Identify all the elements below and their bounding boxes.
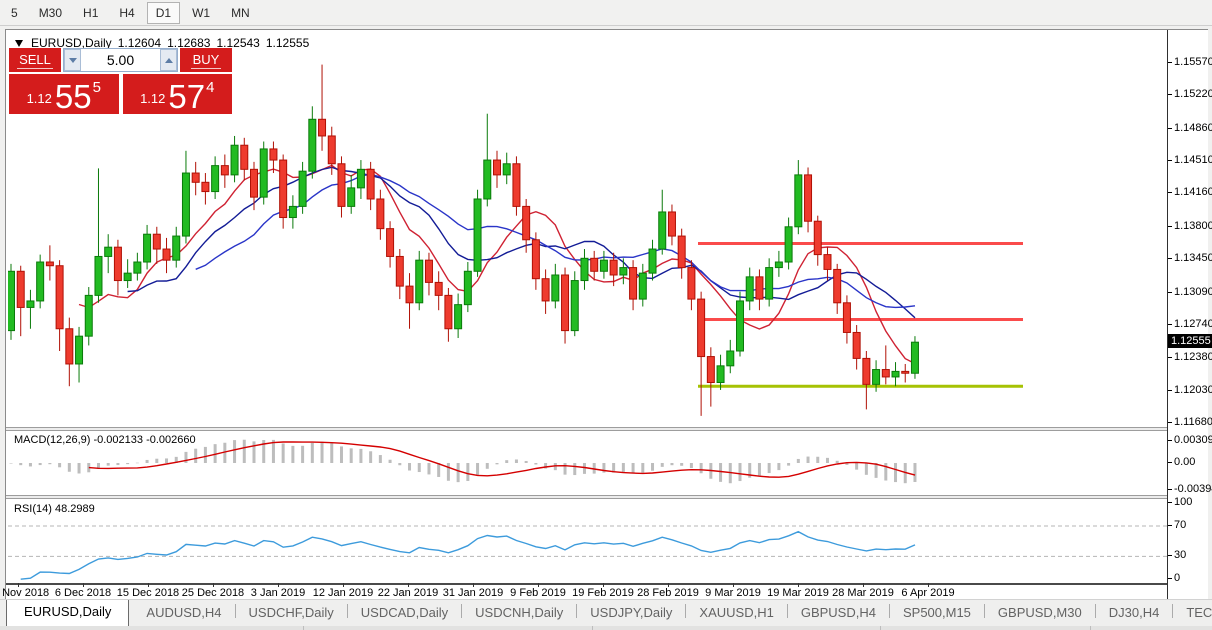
one-click-trade-panel: SELL BUY 1.12 55 5 1.12 xyxy=(9,48,232,114)
date-label: 9 Feb 2019 xyxy=(510,587,566,599)
sell-price-box[interactable]: 1.12 55 5 xyxy=(9,74,119,114)
volume-input[interactable] xyxy=(81,49,160,71)
rsi-tick-label: 0 xyxy=(1167,572,1181,585)
timeframe-button-h4[interactable]: H4 xyxy=(110,2,143,24)
date-label: 28 Feb 2019 xyxy=(637,587,699,599)
timeframe-button-d1[interactable]: D1 xyxy=(146,1,181,24)
sell-price-main: 55 xyxy=(54,77,92,115)
date-label: 15 Dec 2018 xyxy=(116,587,180,599)
date-label: 31 Jan 2019 xyxy=(442,587,504,599)
buy-button[interactable]: BUY xyxy=(180,48,232,72)
tab-eurusd-daily[interactable]: EURUSD,Daily xyxy=(6,600,130,626)
tab-dj30-h4[interactable]: DJ30,H4 xyxy=(1096,601,1173,626)
date-label: 19 Feb 2019 xyxy=(572,587,634,599)
buy-price-box[interactable]: 1.12 57 4 xyxy=(122,74,232,115)
rsi-indicator-label: RSI(14) 48.2989 xyxy=(14,503,95,515)
tab-gbpusd-m30[interactable]: GBPUSD,M30 xyxy=(985,601,1095,626)
date-label: 22 Jan 2019 xyxy=(377,587,439,599)
tab-sp500-m15[interactable]: SP500,M15 xyxy=(890,601,984,626)
status-divider xyxy=(303,626,304,630)
sell-button[interactable]: SELL xyxy=(9,48,61,72)
status-divider xyxy=(1090,626,1091,630)
buy-price-main: 57 xyxy=(168,77,206,115)
chevron-down-icon xyxy=(68,57,77,63)
chart-window[interactable]: EURUSD,Daily 1.12604 1.12683 1.12543 1.1… xyxy=(0,29,1212,600)
timeframe-button-w1[interactable]: W1 xyxy=(183,2,219,24)
timeframe-button-m30[interactable]: M30 xyxy=(30,2,71,24)
price-tick-label: 1.12740 xyxy=(1168,318,1212,331)
price-tick-label: 1.11680 xyxy=(1168,416,1212,429)
macd-tick-label: -0.003947 xyxy=(1168,483,1212,495)
volume-increase-button[interactable] xyxy=(160,49,177,71)
macd-tick-label: 0.003095 xyxy=(1168,434,1212,446)
rsi-tick-label: 100 xyxy=(1167,496,1193,509)
date-label: 12 Jan 2019 xyxy=(312,587,374,599)
tab-usdchf-daily[interactable]: USDCHF,Daily xyxy=(236,601,347,626)
tab-tech100-h1[interactable]: TECH100,H1 xyxy=(1173,601,1212,626)
date-axis[interactable]: 27 Nov 20186 Dec 201815 Dec 201825 Dec 2… xyxy=(0,583,1167,600)
macd-tick-label: 0.00 xyxy=(1167,456,1196,468)
status-divider xyxy=(592,626,593,630)
chart-tab-bar: EURUSD,Daily AUDUSD,H4 USDCHF,Daily USDCAD,… xyxy=(0,599,1212,626)
buy-price-prefix: 1.12 xyxy=(140,91,166,106)
volume-stepper xyxy=(63,48,178,72)
price-tick-label: 1.14160 xyxy=(1168,186,1212,199)
rsi-canvas[interactable] xyxy=(8,499,1167,583)
timeframe-button-mn[interactable]: MN xyxy=(222,2,259,24)
sell-button-label: SELL xyxy=(17,51,53,69)
date-label: 19 Mar 2019 xyxy=(767,587,829,599)
price-tick-label: 1.15220 xyxy=(1168,88,1212,101)
current-price-tag: 1.12555 xyxy=(1168,334,1212,349)
date-label: 25 Dec 2018 xyxy=(181,587,245,599)
tab-usdcad-daily[interactable]: USDCAD,Daily xyxy=(348,601,461,626)
date-label: 6 Apr 2019 xyxy=(901,587,955,599)
tab-audusd-h4[interactable]: AUDUSD,H4 xyxy=(133,601,234,626)
rsi-tick-label: 30 xyxy=(1167,549,1187,562)
price-tick-label: 1.14860 xyxy=(1168,121,1212,134)
status-strip xyxy=(0,626,1212,630)
tab-usdjpy-daily[interactable]: USDJPY,Daily xyxy=(577,601,685,626)
date-label: 6 Dec 2018 xyxy=(54,587,112,599)
price-tick-label: 1.13450 xyxy=(1168,252,1212,265)
volume-decrease-button[interactable] xyxy=(64,49,81,71)
timeframe-button-5[interactable]: 5 xyxy=(2,2,27,24)
price-tick-label: 1.12380 xyxy=(1168,351,1212,364)
buy-button-label: BUY xyxy=(190,51,222,69)
collapse-panel-icon[interactable] xyxy=(15,39,23,47)
price-tick-label: 1.14510 xyxy=(1168,153,1212,166)
date-label: 28 Mar 2019 xyxy=(832,587,894,599)
tab-usdcnh-daily[interactable]: USDCNH,Daily xyxy=(462,601,576,626)
price-tick-label: 1.12030 xyxy=(1168,383,1212,396)
ohlc-close: 1.12555 xyxy=(265,36,310,50)
buy-price-sup: 4 xyxy=(206,79,215,96)
price-axis[interactable]: 1.15570 1.15220 1.14860 1.14510 1.14160 1.138… xyxy=(1167,30,1212,599)
macd-indicator-label: MACD(12,26,9) -0.002133 -0.002660 xyxy=(14,434,196,446)
price-tick-label: 1.15570 xyxy=(1168,55,1212,68)
timeframe-toolbar: 5 M30 H1 H4 D1 W1 MN xyxy=(0,0,1212,26)
rsi-tick-label: 70 xyxy=(1167,519,1187,531)
chevron-up-icon xyxy=(164,57,173,63)
tab-xauusd-h1[interactable]: XAUUSD,H1 xyxy=(686,601,786,626)
date-label: 9 Mar 2019 xyxy=(705,587,761,599)
tab-gbpusd-h4[interactable]: GBPUSD,H4 xyxy=(788,601,889,626)
sell-price-sup: 5 xyxy=(92,79,101,96)
price-tick-label: 1.13800 xyxy=(1168,219,1212,232)
date-label: 3 Jan 2019 xyxy=(250,587,306,599)
price-tick-label: 1.13090 xyxy=(1168,285,1212,298)
status-divider xyxy=(880,626,881,630)
sell-price-prefix: 1.12 xyxy=(26,91,52,106)
timeframe-button-h1[interactable]: H1 xyxy=(74,2,107,24)
